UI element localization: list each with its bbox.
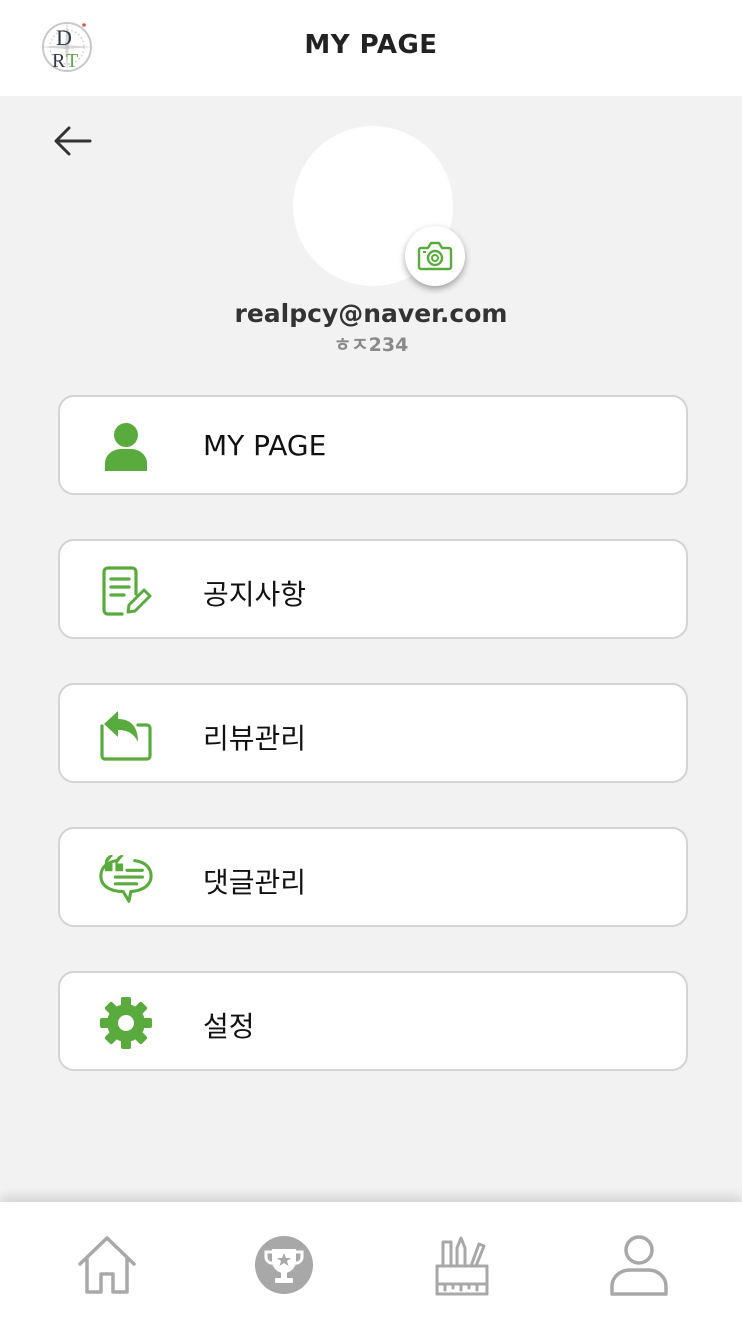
menu-item-notice[interactable]: 공지사항 [58,539,688,639]
nav-tools-button[interactable] [429,1232,495,1298]
change-photo-button[interactable] [405,226,465,286]
nav-home-button[interactable] [74,1232,140,1298]
menu-item-review-management[interactable]: 리뷰관리 [58,683,688,783]
comment-bubble-icon [98,851,154,907]
camera-icon [417,241,453,271]
menu-item-my-page[interactable]: MY PAGE [58,395,688,495]
gear-icon [98,995,154,1051]
menu-item-label: MY PAGE [203,429,327,462]
arrow-left-icon [54,126,92,156]
home-icon [78,1236,136,1294]
menu-item-label: 설정 [203,1010,255,1043]
user-nickname: ㅎㅈ234 [333,334,409,356]
menu-item-label: 리뷰관리 [203,722,307,755]
back-button[interactable] [50,118,96,164]
nav-ranking-button[interactable] [251,1232,317,1298]
menu-list: MY PAGE 공지사항 리뷰관리 댓글관리 설정 [58,395,688,1115]
trophy-icon [255,1236,313,1294]
user-icon [610,1235,668,1296]
pencil-cup-icon [435,1236,489,1296]
nav-mypage-button[interactable] [606,1232,672,1298]
bottom-navigation [0,1202,742,1326]
user-email: realpcy@naver.com [234,299,508,328]
menu-item-label: 댓글관리 [203,866,307,899]
top-app-bar: D R T MY PAGE [0,0,742,96]
menu-item-comment-management[interactable]: 댓글관리 [58,827,688,927]
person-icon [98,419,154,475]
reply-box-icon [98,707,154,763]
menu-item-settings[interactable]: 설정 [58,971,688,1071]
menu-item-label: 공지사항 [203,578,307,611]
page-title: MY PAGE [304,30,438,60]
notice-edit-icon [98,563,154,619]
